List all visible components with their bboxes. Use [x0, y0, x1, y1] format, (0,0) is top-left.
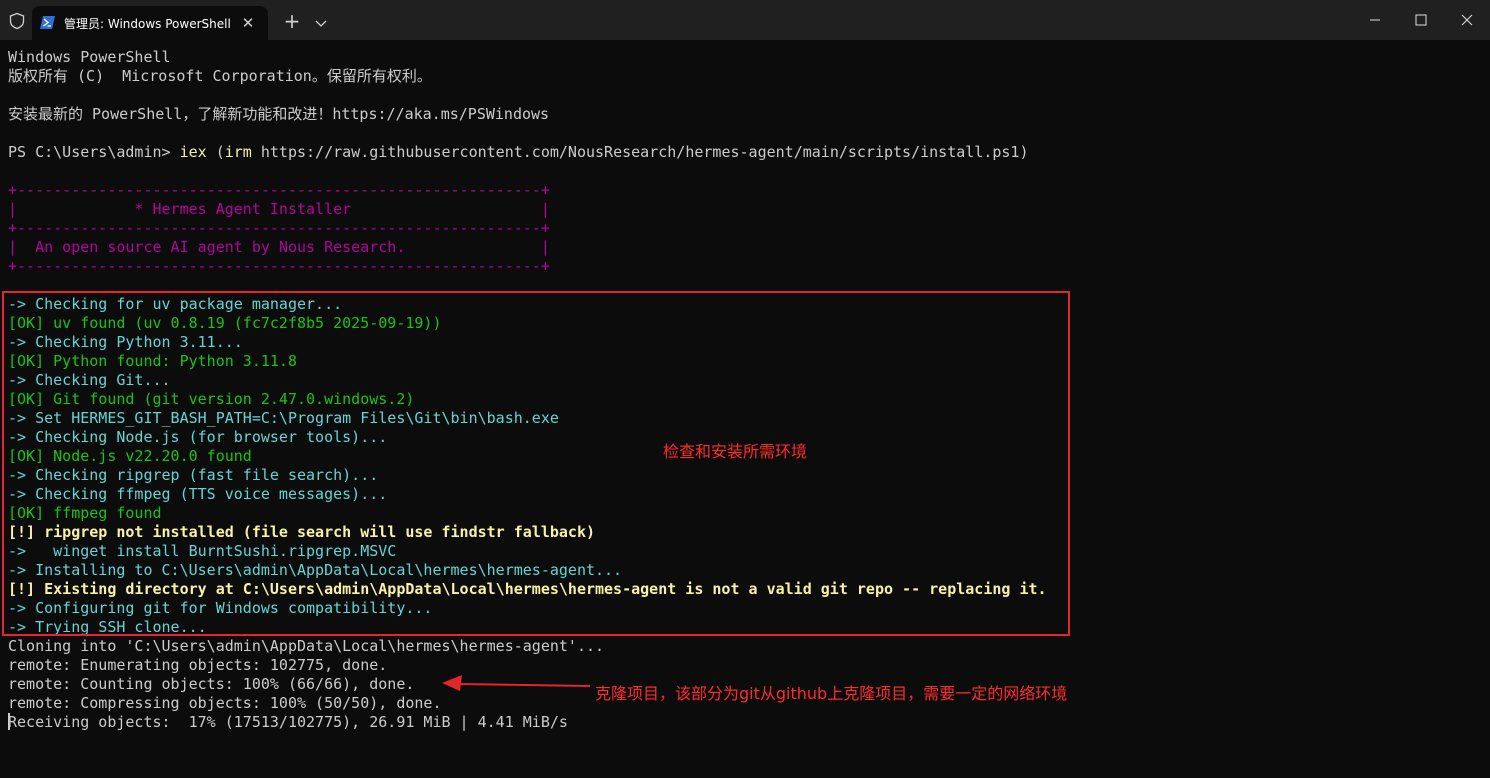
terminal-line: Cloning into 'C:\Users\admin\AppData\Loc… [8, 637, 605, 655]
banner-border: +---------------------------------------… [8, 257, 550, 275]
terminal-line: remote: Enumerating objects: 102775, don… [8, 656, 388, 674]
banner-subtitle: | An open source AI agent by Nous Resear… [8, 238, 550, 256]
terminal-line: Windows PowerShell [8, 48, 171, 66]
terminal-line: 版权所有 (C) Microsoft Corporation。保留所有权利。 [8, 67, 432, 85]
terminal-line: 安装最新的 PowerShell，了解新功能和改进！https://aka.ms… [8, 105, 550, 123]
prompt-text: PS C:\Users\admin> [8, 143, 180, 161]
minimize-icon[interactable] [1352, 0, 1398, 40]
shield-icon [9, 12, 25, 30]
window-close-icon[interactable] [1444, 0, 1490, 40]
tab-powershell[interactable]: 管理员: Windows PowerShell ✕ [32, 6, 268, 40]
terminal-line: Receiving objects: 17% (17513/102775), 2… [8, 713, 568, 731]
banner-border: +---------------------------------------… [8, 181, 550, 199]
command-paren: ( [206, 143, 225, 161]
annotation-box [2, 291, 1070, 636]
prompt-line: PS C:\Users\admin> iex (irm https://raw.… [8, 143, 1029, 162]
close-icon[interactable]: ✕ [238, 13, 258, 33]
command-url: https://raw.githubusercontent.com/NousRe… [251, 143, 1029, 161]
text-cursor [8, 713, 10, 730]
command-iex: iex [179, 143, 207, 161]
maximize-icon[interactable] [1398, 0, 1444, 40]
annotation-clone-note: 克隆项目，该部分为git从github上克隆项目，需要一定的网络环境 [595, 684, 1068, 703]
banner-border: +---------------------------------------… [8, 219, 550, 237]
command-irm: irm [224, 143, 252, 161]
banner-title: | * Hermes Agent Installer | [8, 200, 550, 218]
chevron-down-icon[interactable] [310, 12, 332, 34]
plus-icon[interactable]: + [280, 10, 304, 34]
tab-title: 管理员: Windows PowerShell [64, 17, 231, 31]
arrow-icon [442, 675, 591, 691]
annotation-env-check: 检查和安装所需环境 [663, 442, 808, 461]
terminal-line: remote: Compressing objects: 100% (50/50… [8, 694, 442, 712]
powershell-icon [40, 16, 55, 29]
title-bar: 管理员: Windows PowerShell ✕ + [0, 0, 1490, 40]
terminal-output[interactable]: Windows PowerShell 版权所有 (C) Microsoft Co… [0, 40, 1490, 778]
terminal-line: remote: Counting objects: 100% (66/66), … [8, 675, 415, 693]
